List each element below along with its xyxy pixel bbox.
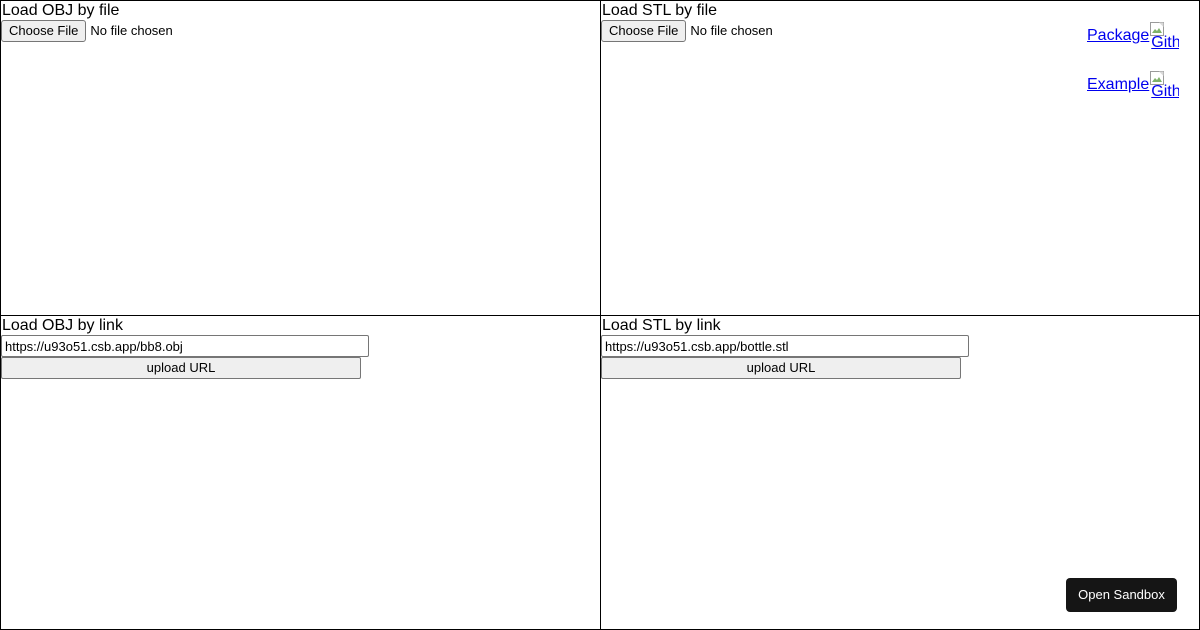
viewer-grid: Load OBJ by file Choose File No file cho…: [0, 0, 1200, 630]
obj-file-panel[interactable]: Load OBJ by file Choose File No file cho…: [0, 0, 601, 316]
obj-link-panel[interactable]: Load OBJ by link upload URL: [0, 315, 601, 630]
obj-file-input[interactable]: Choose File No file chosen: [1, 20, 173, 42]
panel-title: Load STL by file: [602, 2, 718, 19]
panel-title: Load OBJ by link: [2, 317, 123, 334]
upload-url-button[interactable]: upload URL: [1, 357, 361, 379]
stl-url-input[interactable]: [601, 335, 969, 357]
upload-url-button[interactable]: upload URL: [601, 357, 961, 379]
choose-file-button[interactable]: Choose File: [1, 20, 87, 42]
github-icon[interactable]: Github: [1149, 70, 1179, 100]
external-links: Package Github Example: [1087, 21, 1179, 119]
obj-url-input[interactable]: [1, 335, 369, 357]
github-alt-text: Github: [1151, 34, 1179, 51]
example-link-row[interactable]: Example Github: [1087, 70, 1179, 100]
example-link[interactable]: Example: [1087, 76, 1149, 94]
package-link-row[interactable]: Package Github: [1087, 21, 1179, 51]
stl-file-panel[interactable]: Load STL by file Choose File No file cho…: [600, 0, 1200, 316]
panel-title: Load STL by link: [602, 317, 721, 334]
open-sandbox-button[interactable]: Open Sandbox: [1066, 578, 1177, 612]
package-link[interactable]: Package: [1087, 27, 1149, 45]
file-status-text: No file chosen: [690, 23, 773, 38]
file-status-text: No file chosen: [90, 23, 173, 38]
stl-file-input[interactable]: Choose File No file chosen: [601, 20, 773, 42]
choose-file-button[interactable]: Choose File: [601, 20, 687, 42]
github-alt-text: Github: [1151, 83, 1179, 100]
panel-title: Load OBJ by file: [2, 2, 120, 19]
github-icon[interactable]: Github: [1149, 21, 1179, 51]
